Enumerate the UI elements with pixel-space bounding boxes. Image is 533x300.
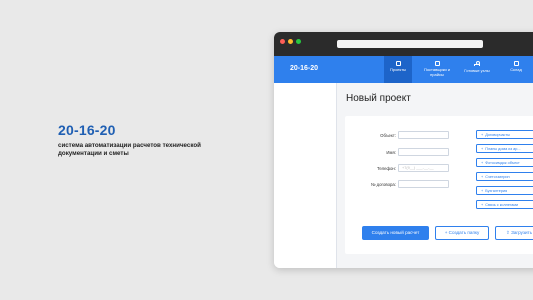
contract-label: № договора: xyxy=(370,182,396,187)
plus-icon: + xyxy=(481,161,484,165)
object-label: Объект: xyxy=(380,133,396,138)
side-button-label: Бухгалтерия xyxy=(485,189,508,193)
minimize-window-icon[interactable] xyxy=(288,39,293,44)
nav-item-warehouse[interactable]: Склад xyxy=(504,56,528,83)
side-button-4[interactable]: + Счетсхзиприн xyxy=(476,172,533,181)
app-window: 20-16-20 Проекты Поставщики и прайсы Гот… xyxy=(274,32,533,268)
side-button-3[interactable]: + Фотосимдок объект xyxy=(476,158,533,167)
object-input[interactable] xyxy=(398,131,449,139)
phone-input[interactable]: +7(9__) ___-__-__ xyxy=(398,164,449,172)
nav-item-suppliers[interactable]: Поставщики и прайсы xyxy=(419,56,455,83)
side-button-label: Договорчасты xyxy=(485,133,510,137)
nav-item-ready-nodes[interactable]: Готовые узлы xyxy=(460,56,494,83)
brand-block: 20-16-20 система автоматизации расчетов … xyxy=(58,122,228,158)
app-logo[interactable]: 20-16-20 xyxy=(290,65,318,72)
nav-item-projects[interactable]: Проекты xyxy=(384,56,412,83)
side-button-label: Фотосимдок объект xyxy=(485,161,520,165)
sidebar xyxy=(274,83,337,268)
side-button-1[interactable]: + Договорчасты xyxy=(476,130,533,139)
main-content: Новый проект Объект: Имя: Телефон: +7(9_… xyxy=(337,83,533,268)
nav-label: Склад xyxy=(510,67,522,72)
side-button-6[interactable]: + Связь с коллегами xyxy=(476,200,533,209)
nav-label: Поставщики и прайсы xyxy=(423,67,451,77)
side-button-label: Счетсхзиприн xyxy=(485,175,510,179)
plus-icon: + xyxy=(481,203,484,207)
plus-icon: + xyxy=(481,175,484,179)
close-window-icon[interactable] xyxy=(280,39,285,44)
plus-icon: + xyxy=(481,147,484,151)
upload-label: Загрузить xyxy=(511,230,533,235)
brand-title: 20-16-20 xyxy=(58,122,116,138)
side-button-2[interactable]: + Планы дома из ар... xyxy=(476,144,533,153)
side-button-label: Связь с коллегами xyxy=(485,203,519,207)
create-folder-button[interactable]: + Создать папку xyxy=(435,226,489,240)
brand-subtitle: система автоматизации расчетов техническ… xyxy=(58,142,201,157)
window-titlebar xyxy=(274,32,533,56)
nav-label: Проекты xyxy=(389,67,407,72)
create-folder-label: Создать папку xyxy=(448,230,480,235)
contract-input[interactable] xyxy=(398,180,449,188)
app-header: 20-16-20 Проекты Поставщики и прайсы Гот… xyxy=(274,56,533,83)
projects-icon xyxy=(395,61,401,66)
tree-icon xyxy=(474,61,480,67)
maximize-window-icon[interactable] xyxy=(296,39,301,44)
phone-label: Телефон: xyxy=(376,166,396,171)
plus-icon: + xyxy=(481,133,484,137)
nav-label: Готовые узлы xyxy=(464,68,490,73)
address-bar[interactable] xyxy=(337,40,483,48)
upload-button[interactable]: ⇪ Загрузить xyxy=(495,226,533,240)
name-label: Имя: xyxy=(386,150,396,155)
plus-icon: + xyxy=(481,189,484,193)
warehouse-icon xyxy=(513,61,519,66)
side-button-5[interactable]: + Бухгалтерия xyxy=(476,186,533,195)
page-title: Новый проект xyxy=(346,93,411,104)
name-input[interactable] xyxy=(398,148,449,156)
side-button-label: Планы дома из ар... xyxy=(485,147,521,151)
suppliers-icon xyxy=(434,61,440,66)
create-calc-button[interactable]: Создать новый расчет xyxy=(362,226,429,240)
